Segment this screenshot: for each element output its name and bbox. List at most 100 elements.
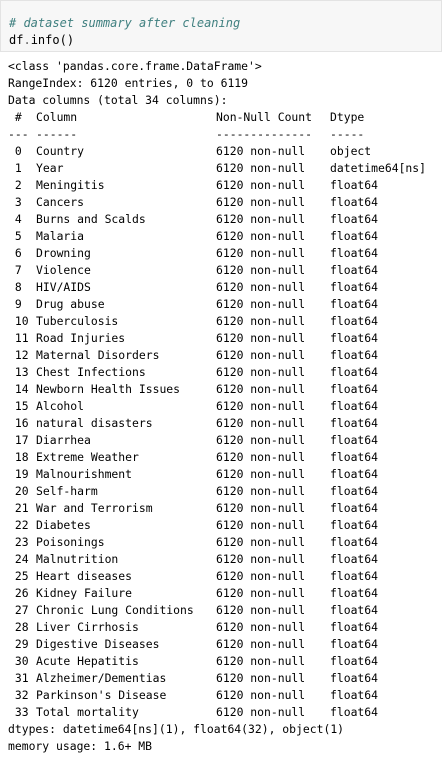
row-index: 22 (8, 518, 29, 532)
row-index: 31 (8, 671, 29, 685)
table-row: 8 HIV/AIDS 6120 non-null float64 (0, 279, 444, 296)
table-row: 13 Chest Infections 6120 non-null float64 (0, 364, 444, 381)
row-column-name: Acute Hepatitis (36, 654, 139, 668)
row-column-name: Year (36, 161, 64, 175)
table-row: 29 Digestive Diseases 6120 non-null float64 (0, 636, 444, 653)
table-row: 14 Newborn Health Issues 6120 non-null floa… (0, 381, 444, 398)
row-non-null-count: 6120 non-null (216, 501, 306, 515)
row-index: 18 (8, 450, 29, 464)
row-non-null-count: 6120 non-null (216, 654, 306, 668)
row-non-null-count: 6120 non-null (216, 688, 306, 702)
row-column-name: Parkinson's Disease (36, 688, 167, 702)
table-row: 28 Liver Cirrhosis 6120 non-null float64 (0, 619, 444, 636)
row-index: 8 (8, 280, 22, 294)
row-dtype: datetime64[ns] (330, 161, 427, 175)
separator-dtype: ----- (330, 127, 365, 141)
table-row: 24 Malnutrition 6120 non-null float64 (0, 551, 444, 568)
row-column-name: Violence (36, 263, 91, 277)
row-dtype: float64 (330, 212, 379, 226)
row-column-name: Malaria (36, 229, 85, 243)
row-non-null-count: 6120 non-null (216, 365, 306, 379)
row-column-name: Chest Infections (36, 365, 146, 379)
row-dtype: float64 (330, 195, 379, 209)
row-dtype: float64 (330, 501, 379, 515)
table-row: 2 Meningitis 6120 non-null float64 (0, 177, 444, 194)
row-column-name: Maternal Disorders (36, 348, 160, 362)
row-column-name: Diarrhea (36, 433, 91, 447)
row-non-null-count: 6120 non-null (216, 467, 306, 481)
row-column-name: Drug abuse (36, 297, 105, 311)
row-non-null-count: 6120 non-null (216, 348, 306, 362)
row-column-name: Liver Cirrhosis (36, 620, 139, 634)
info-table-separator: --- ------ -------------- ----- (0, 126, 444, 143)
row-index: 12 (8, 348, 29, 362)
row-index: 14 (8, 382, 29, 396)
row-non-null-count: 6120 non-null (216, 450, 306, 464)
row-non-null-count: 6120 non-null (216, 637, 306, 651)
row-non-null-count: 6120 non-null (216, 314, 306, 328)
row-non-null-count: 6120 non-null (216, 518, 306, 532)
row-index: 21 (8, 501, 29, 515)
table-row: 17 Diarrhea 6120 non-null float64 (0, 432, 444, 449)
row-non-null-count: 6120 non-null (216, 569, 306, 583)
row-dtype: float64 (330, 450, 379, 464)
row-index: 26 (8, 586, 29, 600)
row-index: 4 (8, 212, 22, 226)
code-cell-input[interactable]: # dataset summary after cleaning df.info… (0, 0, 442, 52)
row-non-null-count: 6120 non-null (216, 433, 306, 447)
row-dtype: float64 (330, 263, 379, 277)
row-index: 2 (8, 178, 22, 192)
row-dtype: float64 (330, 552, 379, 566)
row-column-name: Tuberculosis (36, 314, 119, 328)
row-dtype: float64 (330, 518, 379, 532)
table-row: 0 Country 6120 non-null object (0, 143, 444, 160)
row-index: 25 (8, 569, 29, 583)
row-dtype: float64 (330, 433, 379, 447)
row-non-null-count: 6120 non-null (216, 620, 306, 634)
row-column-name: Malnourishment (36, 467, 133, 481)
separator-column: ------ (36, 127, 78, 141)
row-non-null-count: 6120 non-null (216, 331, 306, 345)
row-non-null-count: 6120 non-null (216, 161, 306, 175)
table-row: 11 Road Injuries 6120 non-null float64 (0, 330, 444, 347)
table-row: 32 Parkinson's Disease 6120 non-null float6… (0, 687, 444, 704)
table-row: 7 Violence 6120 non-null float64 (0, 262, 444, 279)
row-index: 33 (8, 705, 29, 719)
row-column-name: Cancers (36, 195, 85, 209)
table-row: 23 Poisonings 6120 non-null float64 (0, 534, 444, 551)
row-dtype: float64 (330, 586, 379, 600)
row-column-name: Diabetes (36, 518, 91, 532)
table-row: 30 Acute Hepatitis 6120 non-null float64 (0, 653, 444, 670)
table-row: 3 Cancers 6120 non-null float64 (0, 194, 444, 211)
table-row: 18 Extreme Weather 6120 non-null float64 (0, 449, 444, 466)
row-dtype: float64 (330, 382, 379, 396)
row-column-name: Chronic Lung Conditions (36, 603, 194, 617)
row-dtype: float64 (330, 365, 379, 379)
row-dtype: float64 (330, 229, 379, 243)
row-column-name: Burns and Scalds (36, 212, 146, 226)
code-dot: . (23, 33, 31, 47)
table-row: 10 Tuberculosis 6120 non-null float64 (0, 313, 444, 330)
row-index: 6 (8, 246, 22, 260)
table-row: 12 Maternal Disorders 6120 non-null float64 (0, 347, 444, 364)
header-column: Column (36, 110, 78, 124)
row-dtype: float64 (330, 569, 379, 583)
row-column-name: natural disasters (36, 416, 153, 430)
output-range-line: RangeIndex: 6120 entries, 0 to 6119 (8, 76, 249, 90)
row-column-name: Self-harm (36, 484, 98, 498)
row-column-name: Newborn Health Issues (36, 382, 181, 396)
table-row: 26 Kidney Failure 6120 non-null float64 (0, 585, 444, 602)
table-row: 4 Burns and Scalds 6120 non-null float64 (0, 211, 444, 228)
row-index: 10 (8, 314, 29, 328)
header-non-null-count: Non-Null Count (216, 110, 313, 124)
row-index: 3 (8, 195, 22, 209)
row-index: 9 (8, 297, 22, 311)
row-index: 16 (8, 416, 29, 430)
output-class-line: <class 'pandas.core.frame.DataFrame'> (8, 59, 262, 73)
code-object: df (9, 33, 24, 47)
table-row: 25 Heart diseases 6120 non-null float64 (0, 568, 444, 585)
info-table-header: # Column Non-Null Count Dtype (0, 109, 444, 126)
row-dtype: float64 (330, 467, 379, 481)
row-non-null-count: 6120 non-null (216, 144, 306, 158)
row-non-null-count: 6120 non-null (216, 586, 306, 600)
